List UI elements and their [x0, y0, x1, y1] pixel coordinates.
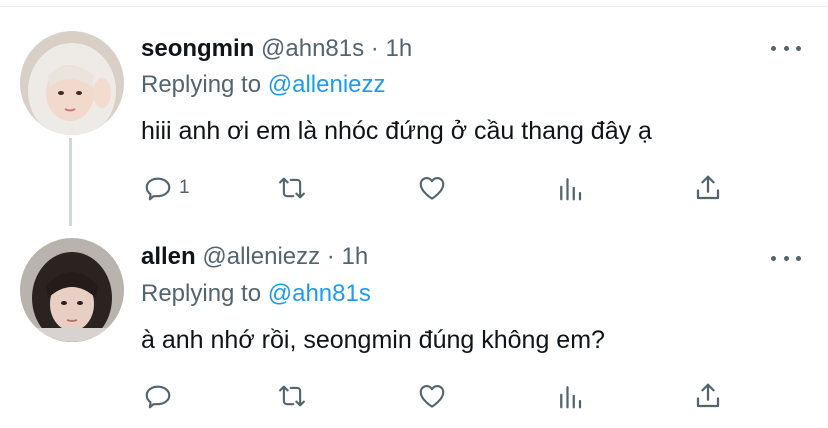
analytics-button[interactable] — [555, 381, 585, 411]
user-handle[interactable]: @ahn81s — [261, 35, 364, 62]
replying-to: Replying to @ahn81s — [141, 280, 371, 308]
share-icon — [696, 175, 720, 200]
more-icon[interactable] — [771, 253, 801, 263]
share-icon — [696, 383, 720, 408]
timestamp[interactable]: 1h — [341, 243, 368, 270]
reply-count: 1 — [179, 177, 190, 198]
display-name[interactable]: seongmin — [141, 35, 254, 62]
retweet-icon — [279, 177, 305, 199]
replying-to-label: Replying to — [141, 71, 262, 98]
separator-dot: · — [326, 243, 335, 270]
retweet-button[interactable] — [277, 173, 307, 203]
share-button[interactable] — [693, 381, 723, 411]
avatar-allen[interactable] — [20, 238, 124, 342]
tweet-header: allen @alleniezz · 1h — [141, 243, 368, 271]
separator-dot: · — [370, 35, 379, 62]
replying-to-mention[interactable]: @ahn81s — [268, 280, 371, 307]
timestamp[interactable]: 1h — [385, 35, 412, 62]
analytics-button[interactable] — [555, 173, 585, 203]
reply-button[interactable] — [143, 381, 179, 411]
like-icon — [419, 176, 445, 200]
share-button[interactable] — [693, 173, 723, 203]
like-icon — [419, 384, 445, 408]
display-name[interactable]: allen — [141, 243, 196, 270]
tweet-allen[interactable]: allen @alleniezz · 1h Replying to @ahn81… — [0, 215, 828, 428]
tweet-seongmin[interactable]: seongmin @ahn81s · 1h Replying to @allen… — [0, 0, 828, 215]
tweet-header: seongmin @ahn81s · 1h — [141, 35, 412, 63]
replying-to-label: Replying to — [141, 280, 262, 307]
like-button[interactable] — [417, 173, 447, 203]
reply-icon — [145, 385, 171, 409]
more-icon[interactable] — [771, 43, 801, 53]
replying-to: Replying to @alleniezz — [141, 71, 386, 99]
avatar-seongmin[interactable] — [20, 31, 124, 135]
retweet-icon — [279, 385, 305, 407]
tweet-text: hiii anh ơi em là nhóc đứng ở cầu thang … — [141, 117, 652, 145]
retweet-button[interactable] — [277, 381, 307, 411]
reply-icon — [145, 177, 171, 201]
like-button[interactable] — [417, 381, 447, 411]
tweet-text: à anh nhớ rồi, seongmin đúng không em? — [141, 326, 605, 354]
reply-button[interactable]: 1 — [143, 173, 190, 203]
replying-to-mention[interactable]: @alleniezz — [268, 71, 386, 98]
analytics-icon — [560, 386, 582, 409]
analytics-icon — [560, 178, 582, 201]
user-handle[interactable]: @alleniezz — [202, 243, 320, 270]
